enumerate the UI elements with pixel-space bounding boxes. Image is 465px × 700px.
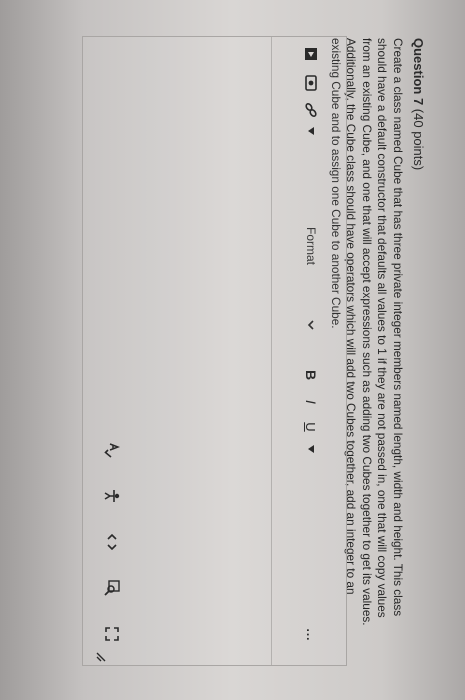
text-style-dropdown-button[interactable] <box>300 441 322 457</box>
editor-toolbar: Format B I U ... <box>271 37 346 665</box>
chevron-down-icon <box>308 320 315 330</box>
dropdown-arrow-icon <box>308 445 314 453</box>
format-dropdown-button[interactable] <box>300 317 322 333</box>
photo-frame: Question 7 (40 points) Create a class na… <box>0 0 465 700</box>
answer-text-area[interactable] <box>143 37 271 665</box>
rotated-content: Question 7 (40 points) Create a class na… <box>0 0 465 700</box>
html-source-button[interactable] <box>101 531 123 553</box>
link-icon <box>304 102 318 118</box>
accessibility-checker-button[interactable] <box>101 485 123 507</box>
italic-button[interactable]: I <box>300 393 322 411</box>
dropdown-arrow-icon <box>308 127 314 135</box>
fullscreen-icon <box>105 627 119 641</box>
spellcheck-button[interactable] <box>101 439 123 461</box>
rich-text-editor: Format B I U ... <box>82 36 347 666</box>
fullscreen-button[interactable] <box>101 623 123 645</box>
question-label: Question 7 <box>411 38 426 106</box>
source-code-icon <box>106 534 118 550</box>
editor-footer <box>83 37 143 665</box>
embed-button[interactable] <box>300 71 322 95</box>
format-dropdown-label[interactable]: Format <box>304 227 318 265</box>
bold-button[interactable]: B <box>300 365 322 385</box>
more-options-button[interactable]: ... <box>300 623 322 647</box>
flag-button[interactable] <box>300 43 322 65</box>
spellcheck-icon <box>104 442 120 458</box>
embed-icon <box>304 75 318 91</box>
resize-handle[interactable] <box>95 649 109 663</box>
question-title: Question 7 (40 points) <box>411 38 426 170</box>
question-points: (40 points) <box>411 105 426 171</box>
link-button[interactable] <box>300 99 322 121</box>
find-replace-icon <box>104 580 120 596</box>
flag-icon <box>304 47 318 61</box>
link-dropdown-button[interactable] <box>300 123 322 139</box>
underline-button[interactable]: U <box>300 417 322 437</box>
accessibility-icon <box>104 489 120 503</box>
find-replace-button[interactable] <box>101 577 123 599</box>
resize-handle-icon <box>96 650 108 662</box>
